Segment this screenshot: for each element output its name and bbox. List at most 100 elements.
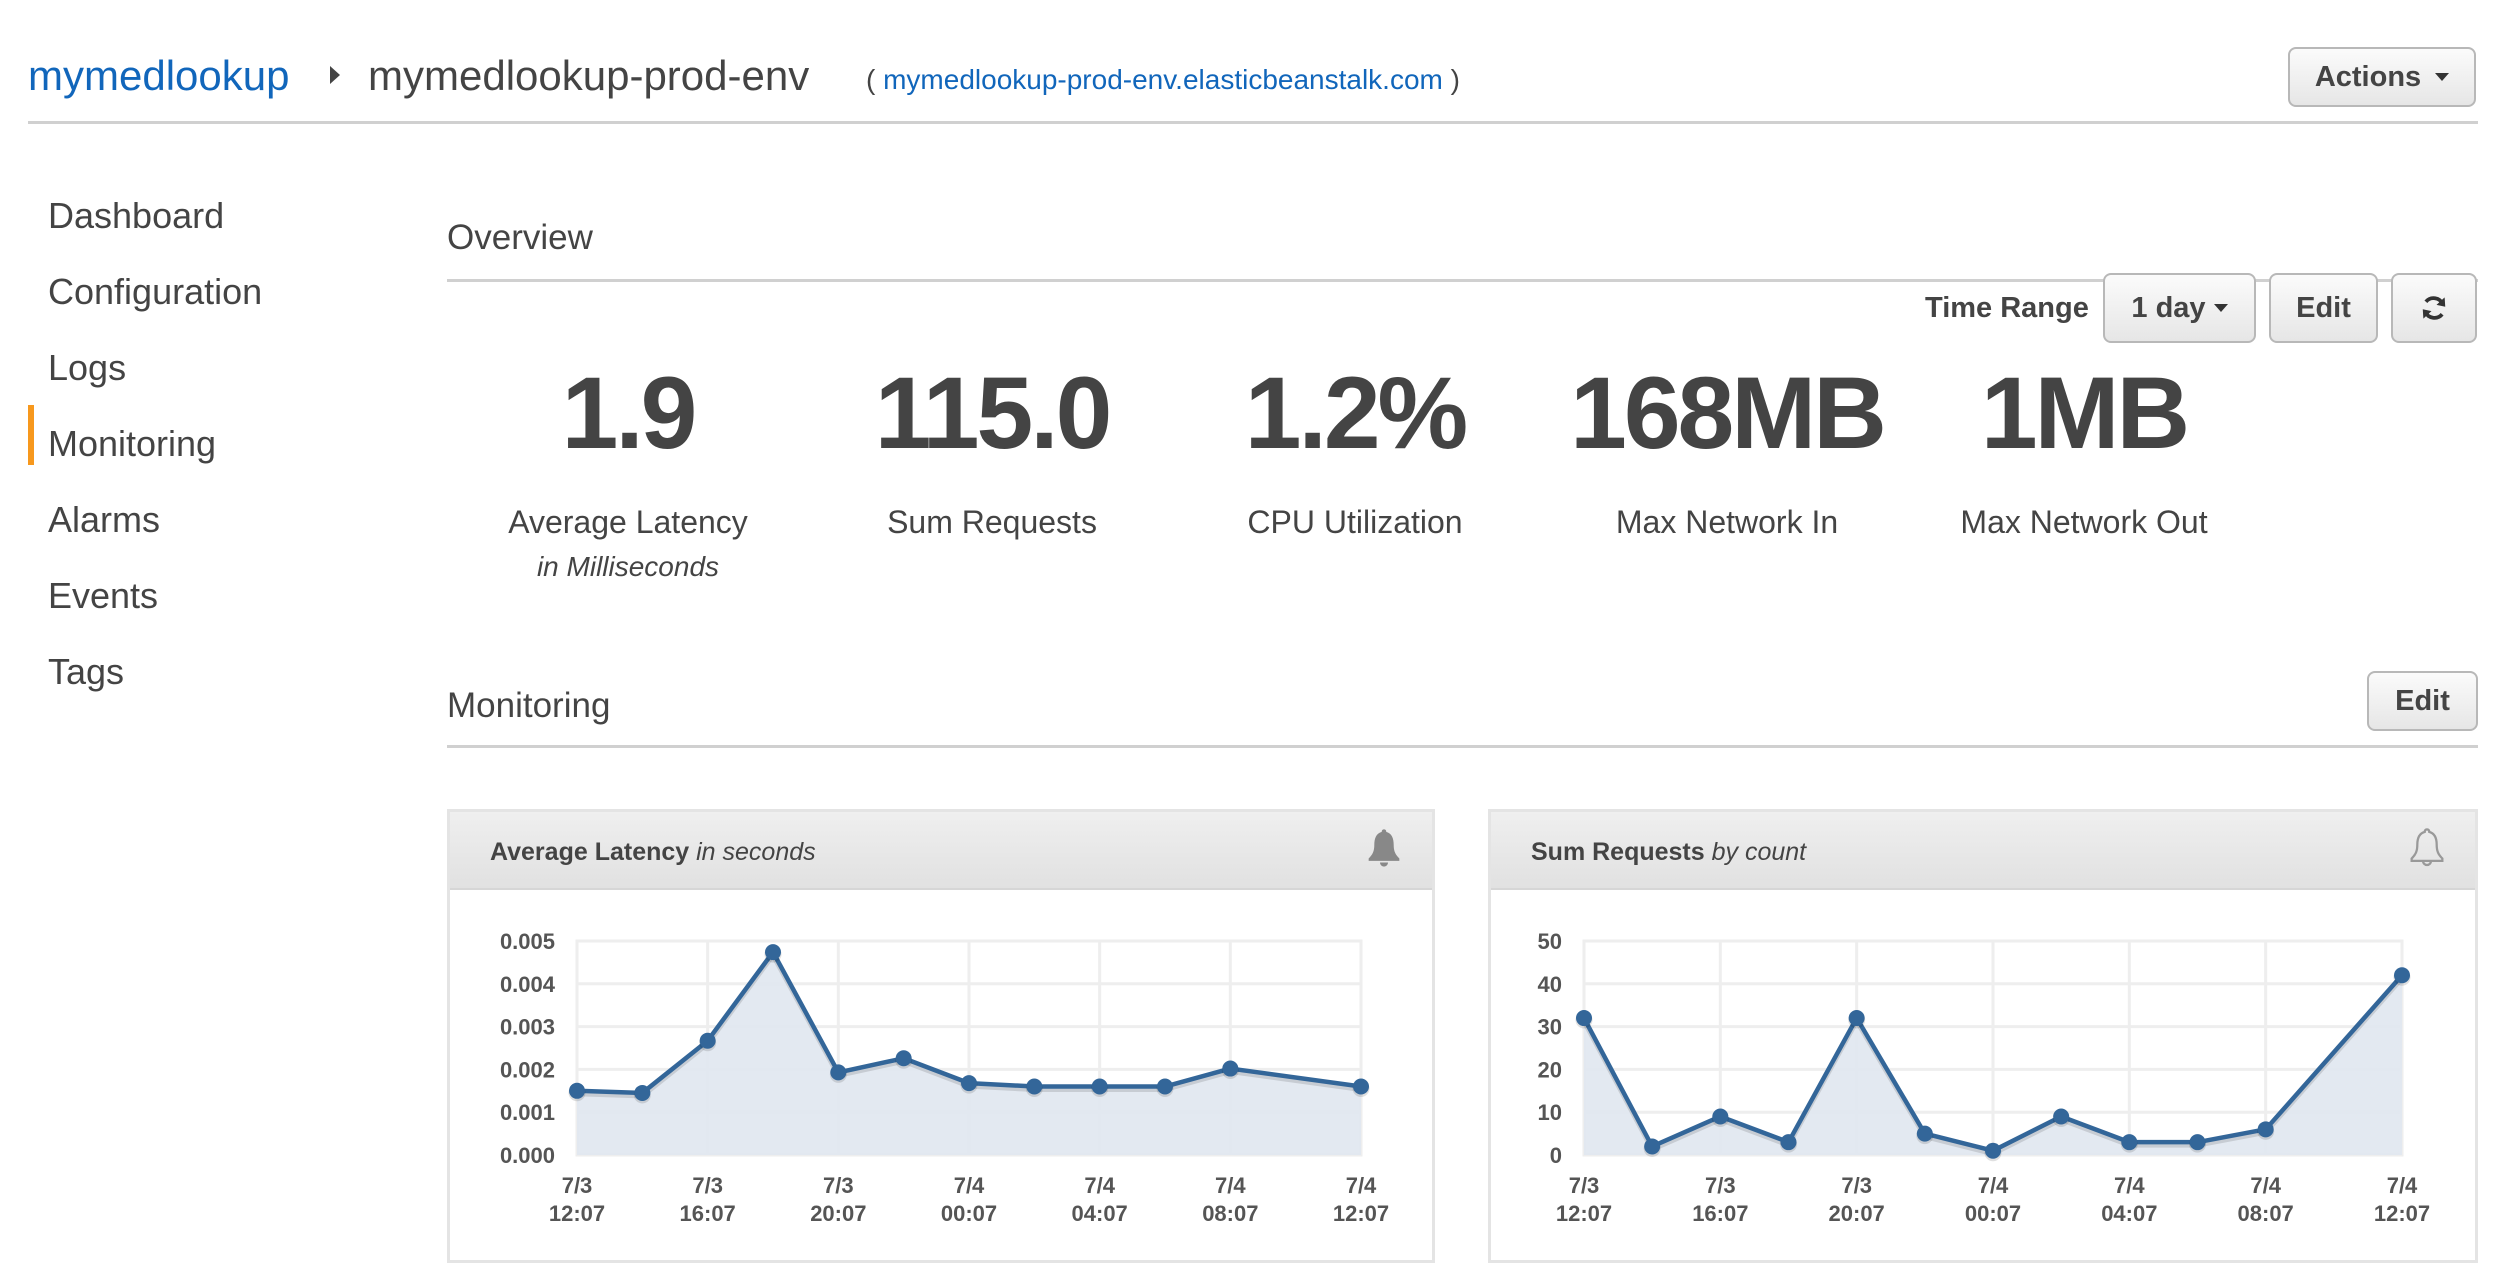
x-tick-label-time: 08:07 (1202, 1201, 1258, 1226)
overview-edit-button[interactable]: Edit (2269, 273, 2378, 343)
chart-title-unit: by count (1711, 838, 1807, 866)
chart-panel-average-latency: Average Latency in seconds 0.000 0.001 0.0… (447, 809, 1435, 1263)
data-point (569, 1082, 585, 1099)
time-range-value: 1 day (2131, 291, 2206, 324)
data-point (1644, 1138, 1661, 1155)
x-tick-label-time: 16:07 (1692, 1201, 1748, 1226)
x-tick-label-date: 7/4 (1978, 1173, 2009, 1198)
x-tick-label-time: 12:07 (549, 1201, 605, 1226)
stat-value: 168MB (1570, 356, 1887, 470)
x-tick-label-date: 7/4 (2114, 1173, 2145, 1198)
stat-value: 115.0 (874, 356, 1113, 470)
x-tick-label-date: 7/3 (692, 1173, 723, 1198)
stat-value: 1MB (1980, 356, 2190, 470)
data-point (634, 1084, 651, 1101)
x-tick-label-time: 16:07 (680, 1201, 736, 1226)
average-latency-chart: 0.000 0.001 0.002 0.003 0.004 0.005 7/3 12:07 7/… (500, 929, 1389, 1226)
x-tick-label-date: 7/4 (1084, 1173, 1115, 1198)
x-tick-label-date: 7/3 (1705, 1173, 1736, 1198)
data-point (830, 1064, 847, 1081)
sidebar-item-events[interactable]: Events (48, 575, 158, 617)
x-tick-label-date: 7/4 (1215, 1173, 1246, 1198)
sidebar-item-logs[interactable]: Logs (48, 347, 126, 389)
stat-cpu-utilization: 1.2% CPU Utilization (1175, 362, 1535, 541)
sidebar-item-configuration[interactable]: Configuration (48, 271, 262, 313)
y-tick-label: 30 (1538, 1015, 1562, 1040)
y-tick-label: 0.002 (500, 1057, 555, 1082)
environment-title: mymedlookup-prod-env (368, 52, 810, 99)
x-tick-label-date: 7/4 (2387, 1173, 2418, 1198)
monitoring-divider (447, 745, 2478, 748)
chart-title-metric: Average Latency (490, 838, 690, 866)
breadcrumb-separator-icon (330, 66, 340, 84)
breadcrumb-app-link[interactable]: mymedlookup (28, 52, 289, 100)
data-point (2257, 1121, 2274, 1138)
refresh-button[interactable] (2391, 273, 2477, 343)
active-indicator (28, 405, 34, 465)
chart-title-metric: Sum Requests (1531, 838, 1705, 866)
stat-average-latency: 1.9 Average Latency in Milliseconds (448, 362, 808, 583)
y-tick-label: 10 (1538, 1100, 1562, 1125)
x-tick-label-time: 08:07 (2238, 1201, 2294, 1226)
data-point (895, 1050, 912, 1067)
stat-label: CPU Utilization (1247, 504, 1463, 540)
x-tick-label-time: 00:07 (1965, 1201, 2021, 1226)
x-tick-label-date: 7/3 (1569, 1173, 1600, 1198)
overview-title: Overview (447, 218, 593, 257)
data-point (1026, 1078, 1043, 1095)
monitoring-title: Monitoring (447, 686, 611, 725)
y-tick-label: 40 (1538, 972, 1562, 997)
stat-max-network-in: 168MB Max Network In (1547, 362, 1907, 541)
x-tick-label-date: 7/4 (954, 1173, 985, 1198)
y-tick-label: 20 (1538, 1057, 1562, 1082)
sum-requests-chart: 0 10 20 30 40 50 7/3 12:07 7/3 16:07 7/3 20:07 7/4 00… (1538, 929, 2431, 1226)
sidebar-item-monitoring[interactable]: Monitoring (48, 423, 216, 465)
url-paren-close: ) (1442, 64, 1460, 95)
x-tick-label-date: 7/3 (562, 1173, 593, 1198)
data-point (1985, 1142, 2001, 1159)
y-tick-label: 0.000 (500, 1143, 555, 1168)
y-tick-label: 0.003 (500, 1015, 555, 1040)
stat-value: 1.2% (1244, 356, 1469, 470)
x-tick-label-date: 7/3 (1841, 1173, 1872, 1198)
chart-panel-sum-requests: Sum Requests by count 0 10 20 30 40 50 7/3 12:0… (1488, 809, 2478, 1263)
sidebar-item-tags[interactable]: Tags (48, 651, 124, 693)
bell-filled-icon[interactable] (1364, 827, 1404, 869)
data-point (1157, 1078, 1173, 1095)
chevron-down-icon (2213, 304, 2228, 312)
data-point (1712, 1108, 1729, 1125)
refresh-icon (2422, 296, 2446, 320)
actions-button[interactable]: Actions (2288, 47, 2476, 107)
x-tick-label-time: 12:07 (1556, 1201, 1612, 1226)
data-point (2121, 1134, 2138, 1151)
sidebar-item-dashboard[interactable]: Dashboard (48, 195, 224, 237)
data-point (1353, 1078, 1369, 1095)
data-point (1848, 1010, 1865, 1027)
chart-title: Sum Requests by count (1531, 838, 1806, 867)
x-tick-label-time: 04:07 (1072, 1201, 1128, 1226)
data-point (1780, 1134, 1797, 1151)
x-tick-label-time: 12:07 (1333, 1201, 1389, 1226)
stat-value: 1.9 (561, 356, 698, 470)
x-tick-label-date: 7/4 (2250, 1173, 2281, 1198)
data-point (1222, 1060, 1239, 1077)
data-point (765, 944, 781, 961)
x-tick-label-time: 00:07 (941, 1201, 997, 1226)
monitoring-edit-button[interactable]: Edit (2367, 671, 2478, 731)
x-tick-label-date: 7/4 (1346, 1173, 1377, 1198)
chart-title-unit: in seconds (696, 838, 816, 866)
time-range-dropdown[interactable]: 1 day (2103, 273, 2256, 343)
environment-url-wrapper: ( mymedlookup-prod-env.elasticbeanstalk.… (866, 64, 1460, 96)
stat-sublabel: in Milliseconds (536, 551, 720, 582)
chart-panel-header: Sum Requests by count (1491, 812, 2475, 890)
bell-outline-icon[interactable] (2407, 827, 2447, 869)
sidebar-item-alarms[interactable]: Alarms (48, 499, 160, 541)
data-point (1916, 1125, 1933, 1142)
y-tick-label: 0.005 (500, 929, 555, 954)
stat-label: Average Latency (508, 504, 748, 540)
x-tick-label-time: 20:07 (1829, 1201, 1885, 1226)
x-tick-label-time: 12:07 (2374, 1201, 2430, 1226)
environment-url-link[interactable]: mymedlookup-prod-env.elasticbeanstalk.co… (883, 64, 1443, 95)
data-point (961, 1075, 977, 1092)
actions-label: Actions (2314, 60, 2422, 93)
